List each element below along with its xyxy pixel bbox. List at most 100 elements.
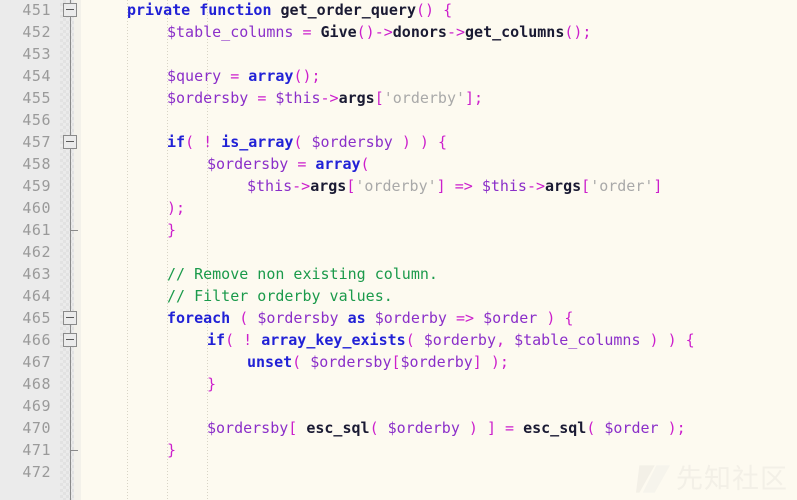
code-token: array bbox=[248, 67, 294, 85]
code-token: , bbox=[496, 331, 506, 349]
code-token: $this bbox=[275, 89, 321, 107]
code-token: $ordersby bbox=[207, 155, 289, 173]
code-line[interactable]: // Filter orderby values. bbox=[167, 285, 393, 307]
code-line[interactable]: private function get_order_query() { bbox=[127, 0, 452, 21]
code-token: ( bbox=[586, 419, 596, 437]
code-token: { bbox=[564, 309, 574, 327]
line-number: 461 bbox=[22, 221, 51, 239]
code-token: -> bbox=[292, 177, 311, 195]
code-token: if bbox=[167, 133, 186, 151]
code-token: [ bbox=[374, 89, 384, 107]
code-token: [ bbox=[391, 353, 401, 371]
fold-collapse-icon[interactable] bbox=[63, 311, 77, 325]
line-number: 469 bbox=[22, 397, 51, 415]
code-line[interactable]: } bbox=[207, 373, 216, 395]
code-line[interactable]: // Remove non existing column. bbox=[167, 263, 438, 285]
line-number: 457 bbox=[22, 133, 51, 151]
line-number: 466 bbox=[22, 331, 51, 349]
code-line[interactable]: if( ! is_array( $ordersby ) ) { bbox=[167, 131, 447, 153]
code-line[interactable]: $ordersby[ esc_sql( $orderby ) ] = esc_s… bbox=[207, 417, 686, 439]
code-token: $table_columns bbox=[514, 331, 641, 349]
code-token: 'orderby' bbox=[355, 177, 437, 195]
code-token: -> bbox=[446, 23, 466, 41]
code-token: $orderby bbox=[400, 353, 473, 371]
code-token: { bbox=[443, 1, 453, 19]
code-token: ) bbox=[401, 133, 411, 151]
code-token: is_array bbox=[221, 133, 294, 151]
code-line[interactable]: $ordersby = array( bbox=[207, 153, 370, 175]
line-number: 471 bbox=[22, 441, 51, 459]
code-token: $query bbox=[167, 67, 222, 85]
code-token: unset bbox=[247, 353, 293, 371]
code-token: = bbox=[505, 419, 515, 437]
line-number: 459 bbox=[22, 177, 51, 195]
code-line[interactable]: $query = array(); bbox=[167, 65, 321, 87]
line-number-gutter: 451 452 453 454 455 456 457 458 459 460 461 462 463 4… bbox=[0, 0, 60, 500]
code-line[interactable]: } bbox=[167, 439, 176, 461]
code-token: $order bbox=[483, 309, 538, 327]
fold-collapse-icon[interactable] bbox=[63, 333, 77, 347]
code-token: array_key_exists bbox=[261, 331, 406, 349]
code-token: (); bbox=[293, 67, 321, 85]
code-line[interactable]: ); bbox=[167, 197, 185, 219]
code-line[interactable]: $this->args['orderby'] => $this->args['o… bbox=[247, 175, 662, 197]
code-token: get_columns bbox=[465, 23, 565, 41]
code-token: = bbox=[257, 89, 267, 107]
indent-guide bbox=[127, 0, 128, 500]
code-line[interactable]: unset( $ordersby[$orderby] ); bbox=[247, 351, 509, 373]
line-number: 451 bbox=[22, 1, 51, 19]
code-content-area[interactable]: private function get_order_query() {$tab… bbox=[81, 0, 797, 500]
code-token: ( bbox=[185, 133, 195, 151]
line-number: 465 bbox=[22, 309, 51, 327]
fold-collapse-icon[interactable] bbox=[63, 135, 77, 149]
code-token: $this bbox=[481, 177, 527, 195]
line-number: 467 bbox=[22, 353, 51, 371]
fold-collapse-icon[interactable] bbox=[63, 3, 77, 17]
code-token: ( bbox=[225, 331, 235, 349]
code-token: ( bbox=[405, 331, 415, 349]
code-token: [ bbox=[581, 177, 591, 195]
code-token: 'order' bbox=[590, 177, 654, 195]
code-token: donors bbox=[392, 23, 447, 41]
code-editor-viewport: private function get_order_query() {$tab… bbox=[0, 0, 797, 500]
code-token: (); bbox=[564, 23, 592, 41]
code-line[interactable]: } bbox=[167, 219, 176, 241]
code-token: $ordersby bbox=[207, 419, 289, 437]
code-token: get_order_query bbox=[280, 1, 416, 19]
fold-rail-line bbox=[70, 0, 71, 500]
line-number: 472 bbox=[22, 463, 51, 481]
code-line[interactable]: if( ! array_key_exists( $orderby, $table… bbox=[207, 329, 695, 351]
code-line[interactable]: foreach ( $ordersby as $orderby => $orde… bbox=[167, 307, 573, 329]
line-number: 464 bbox=[22, 287, 51, 305]
code-line[interactable]: $ordersby = $this->args['orderby']; bbox=[167, 87, 483, 109]
code-token: function bbox=[199, 1, 272, 19]
code-token: if bbox=[207, 331, 226, 349]
code-token: $ordersby bbox=[311, 133, 393, 151]
line-number: 460 bbox=[22, 199, 51, 217]
code-token: // Filter orderby values. bbox=[167, 287, 393, 305]
code-token: -> bbox=[320, 89, 339, 107]
code-line[interactable]: $table_columns = Give()->donors->get_col… bbox=[167, 21, 591, 43]
code-token: ] bbox=[436, 177, 446, 195]
